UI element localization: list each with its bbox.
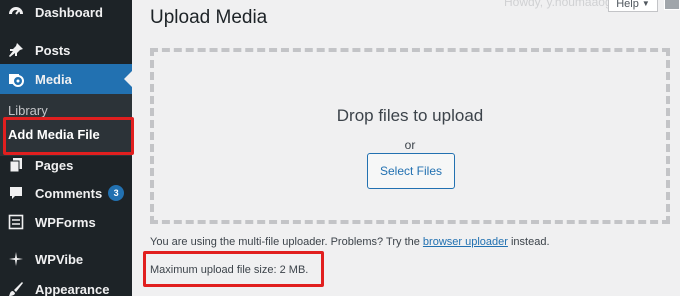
media-icon (6, 69, 26, 89)
uploader-note: You are using the multi-file uploader. P… (150, 236, 550, 248)
help-label: Help (616, 0, 639, 10)
pin-icon (6, 40, 26, 60)
page-title: Upload Media (150, 7, 268, 28)
sidebar-item-label: WPForms (35, 214, 96, 230)
comment-icon (6, 183, 26, 203)
uploader-note-suffix: instead. (510, 236, 550, 248)
sidebar-item-wpvibe[interactable]: WPVibe (0, 244, 132, 274)
sidebar-item-label: Pages (35, 157, 74, 173)
sidebar-item-posts[interactable]: Posts (0, 35, 132, 65)
uploader-note-prefix: You are using the multi-file uploader. P… (150, 236, 420, 248)
brush-icon (6, 279, 26, 296)
drop-or-text: or (404, 138, 416, 152)
highlight-box-add-media (3, 117, 134, 155)
sidebar-item-comments[interactable]: Comments 3 (0, 178, 132, 208)
sparkle-icon (6, 249, 26, 269)
sidebar-item-dashboard[interactable]: Dashboard (0, 0, 132, 27)
submenu-library[interactable]: Library (8, 103, 48, 118)
sidebar-item-label: Posts (35, 42, 71, 58)
select-files-button[interactable]: Select Files (367, 153, 455, 189)
upload-dropzone[interactable]: Drop files to upload or Select Files (150, 48, 670, 224)
avatar[interactable] (664, 0, 680, 10)
browser-uploader-link[interactable]: browser uploader (423, 236, 508, 248)
help-tab[interactable]: Help ▼ (608, 0, 658, 12)
form-icon (6, 212, 26, 232)
sidebar-item-wpforms[interactable]: WPForms (0, 207, 132, 237)
sidebar-item-appearance[interactable]: Appearance (0, 274, 132, 296)
chevron-down-icon: ▼ (641, 0, 650, 8)
sidebar-item-label: Comments (35, 185, 103, 201)
sidebar-item-label: Media (35, 71, 72, 87)
sidebar-item-media[interactable]: Media (0, 64, 132, 94)
howdy-greeting[interactable]: Howdy, y.houmaaog (504, 0, 612, 9)
sidebar-item-label: WPVibe (35, 251, 84, 267)
highlight-box-max-size (143, 251, 324, 287)
comments-count-badge: 3 (108, 185, 125, 201)
pages-icon (6, 155, 26, 175)
sidebar-item-label: Appearance (35, 281, 110, 296)
dashboard-icon (6, 2, 26, 22)
drop-instructions: Drop files to upload (336, 106, 484, 125)
sidebar-item-label: Dashboard (35, 4, 103, 20)
